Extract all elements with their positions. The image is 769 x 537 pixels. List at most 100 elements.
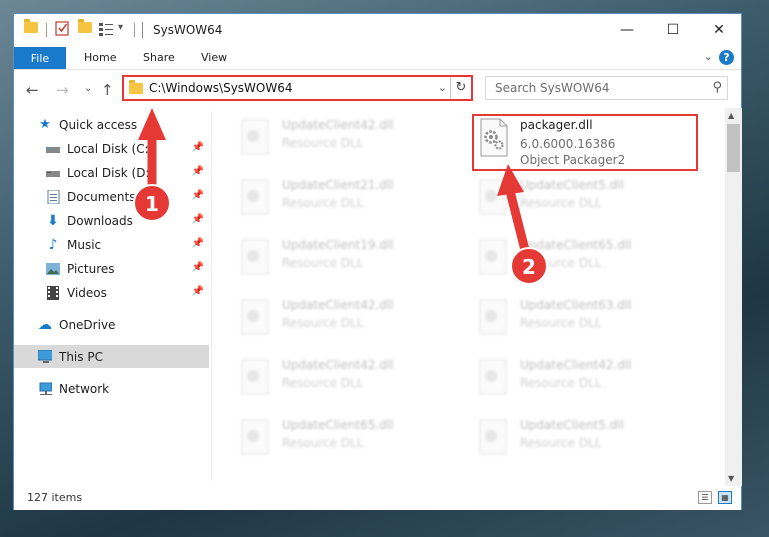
expand-ribbon-icon[interactable]: ⌄ — [704, 50, 713, 63]
dll-file-icon — [241, 419, 269, 455]
file-description: Resource DLL — [520, 256, 602, 270]
search-placeholder: Search SysWOW64 — [495, 81, 610, 95]
sidebar-item-label: Local Disk (C:) — [67, 141, 154, 156]
pin-icon[interactable]: 📌 — [192, 238, 204, 249]
file-name: UpdateClient63.dll — [520, 298, 632, 312]
customize-toolbar-icon[interactable]: ▾ — [118, 22, 123, 33]
file-item[interactable]: UpdateClient21.dll Resource DLL — [236, 176, 436, 226]
sidebar-item-downloads[interactable]: ⬇ Downloads 📌 — [14, 209, 209, 232]
sidebar-item-label: Network — [59, 381, 110, 396]
pin-icon[interactable]: 📌 — [192, 262, 204, 273]
file-item[interactable]: UpdateClient65.dll Resource DLL — [236, 416, 436, 466]
sidebar-item-label: OneDrive — [59, 317, 116, 332]
ribbon: File Home Share View ⌄ ? — [14, 47, 741, 70]
download-icon: ⬇ — [47, 212, 59, 229]
pin-icon[interactable]: 📌 — [192, 190, 204, 201]
divider — [142, 22, 143, 38]
refresh-icon[interactable]: ↻ — [450, 77, 471, 99]
folder-icon — [24, 19, 38, 33]
forward-arrow-icon[interactable]: → — [56, 81, 69, 99]
file-name: UpdateClient65.dll — [282, 418, 394, 432]
sidebar-item-network[interactable]: Network — [14, 377, 209, 400]
documents-icon — [46, 189, 60, 204]
pin-icon[interactable]: 📌 — [192, 286, 204, 297]
file-item[interactable]: UpdateClient42.dll Resource DLL — [236, 356, 436, 406]
properties-icon[interactable] — [55, 21, 70, 36]
pin-icon[interactable]: 📌 — [192, 166, 204, 177]
pictures-icon — [46, 262, 60, 276]
sidebar-item-this-pc[interactable]: This PC — [14, 345, 209, 368]
dll-file-icon — [241, 239, 269, 275]
file-description: Resource DLL — [282, 196, 364, 210]
divider — [134, 23, 135, 37]
tab-file[interactable]: File — [14, 47, 66, 69]
file-item[interactable]: UpdateClient42.dll Resource DLL — [474, 356, 674, 406]
address-path[interactable]: C:\Windows\SysWOW64 — [149, 81, 293, 95]
tab-home[interactable]: Home — [84, 51, 116, 64]
sidebar-item-label: Videos — [67, 285, 107, 300]
tab-view[interactable]: View — [201, 51, 227, 64]
file-item[interactable]: UpdateClient5.dll Resource DLL — [474, 176, 674, 226]
file-description: Resource DLL — [282, 256, 364, 270]
file-item[interactable]: UpdateClient5.dll Resource DLL — [474, 416, 674, 466]
dll-file-icon — [479, 179, 507, 215]
file-name: UpdateClient19.dll — [282, 238, 394, 252]
sidebar-item-quick-access[interactable]: ★ Quick access — [14, 113, 209, 136]
file-description: Resource DLL — [520, 436, 602, 450]
pin-icon[interactable]: 📌 — [192, 142, 204, 153]
scroll-up-icon[interactable]: ▲ — [728, 111, 734, 120]
dll-file-icon — [479, 359, 507, 395]
details-view-icon[interactable]: ☰ — [698, 491, 712, 504]
vertical-scrollbar[interactable]: ▲ ▼ — [725, 108, 742, 486]
search-input[interactable]: Search SysWOW64 ⚲ — [485, 76, 728, 100]
address-bar[interactable]: C:\Windows\SysWOW64 ⌄ ↻ — [122, 75, 473, 101]
file-item[interactable]: UpdateClient42.dll Resource DLL — [236, 116, 436, 166]
help-icon[interactable]: ? — [719, 50, 734, 65]
chevron-down-icon[interactable]: ⌄ — [438, 81, 447, 94]
computer-icon — [38, 350, 52, 364]
sidebar-item-pictures[interactable]: Pictures 📌 — [14, 257, 209, 280]
search-icon[interactable]: ⚲ — [712, 80, 722, 95]
dll-file-icon — [241, 359, 269, 395]
status-bar: 127 items ☰ ▦ — [14, 486, 741, 510]
window-title: SysWOW64 — [153, 23, 223, 37]
sidebar-item-music[interactable]: ♪ Music 📌 — [14, 233, 209, 256]
sidebar-item-label: Downloads — [67, 213, 133, 228]
dll-file-icon — [479, 419, 507, 455]
sidebar-item-label: This PC — [59, 349, 103, 364]
sidebar-item-label: Pictures — [67, 261, 115, 276]
sidebar-item-documents[interactable]: Documents 📌 — [14, 185, 209, 208]
file-item[interactable]: UpdateClient65.dll Resource DLL — [474, 236, 674, 286]
dll-file-icon — [479, 239, 507, 275]
sidebar-item-onedrive[interactable]: ☁ OneDrive — [14, 313, 209, 336]
sidebar-item-label: Local Disk (D:) — [67, 165, 155, 180]
new-folder-icon[interactable] — [78, 19, 92, 33]
scroll-down-icon[interactable]: ▼ — [728, 474, 734, 483]
tiles-view-icon[interactable]: ▦ — [718, 491, 732, 504]
sidebar-item-local-disk-d[interactable]: Local Disk (D:) 📌 — [14, 161, 209, 184]
up-arrow-icon[interactable]: ↑ — [101, 81, 114, 99]
sidebar-item-label: Documents — [67, 189, 136, 204]
scrollbar-thumb[interactable] — [727, 124, 740, 172]
navigation-bar: ← → ⌄ ↑ C:\Windows\SysWOW64 ⌄ ↻ Search S… — [14, 70, 741, 108]
maximize-button[interactable]: ☐ — [650, 14, 696, 46]
file-item[interactable]: UpdateClient42.dll Resource DLL — [236, 296, 436, 346]
file-description: Resource DLL — [282, 316, 364, 330]
videos-icon — [46, 285, 60, 300]
file-item[interactable]: UpdateClient19.dll Resource DLL — [236, 236, 436, 286]
recent-locations-icon[interactable]: ⌄ — [84, 83, 92, 94]
tab-share[interactable]: Share — [143, 51, 175, 64]
cloud-icon: ☁ — [38, 316, 52, 333]
file-highlight-box — [472, 114, 698, 171]
file-item[interactable]: UpdateClient63.dll Resource DLL — [474, 296, 674, 346]
pin-icon[interactable]: 📌 — [192, 214, 204, 225]
minimize-button[interactable]: — — [604, 14, 650, 46]
file-description: Resource DLL — [520, 196, 602, 210]
close-button[interactable]: ✕ — [696, 14, 742, 46]
view-options-icon[interactable] — [99, 22, 115, 36]
back-arrow-icon[interactable]: ← — [26, 81, 39, 99]
dll-file-icon — [479, 299, 507, 335]
file-name: UpdateClient5.dll — [520, 178, 624, 192]
sidebar-item-local-disk-c[interactable]: Local Disk (C:) 📌 — [14, 137, 209, 160]
sidebar-item-videos[interactable]: Videos 📌 — [14, 281, 209, 304]
